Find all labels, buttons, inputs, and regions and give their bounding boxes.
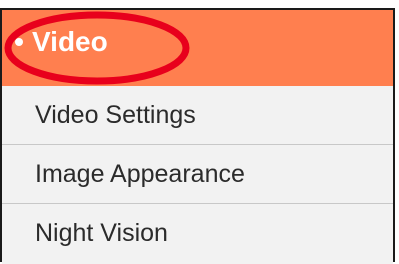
video-menu: Video Video Settings Image Appearance Ni… bbox=[0, 8, 395, 264]
menu-item-video-settings[interactable]: Video Settings bbox=[2, 86, 393, 145]
menu-header-video[interactable]: Video bbox=[2, 10, 393, 86]
menu-header-label: Video bbox=[32, 26, 108, 57]
bullet-icon bbox=[15, 38, 23, 46]
menu-item-label: Image Appearance bbox=[35, 160, 245, 188]
menu-item-image-appearance[interactable]: Image Appearance bbox=[2, 145, 393, 204]
menu-item-label: Video Settings bbox=[35, 101, 196, 129]
menu-item-label: Night Vision bbox=[35, 219, 168, 247]
menu-item-night-vision[interactable]: Night Vision bbox=[2, 204, 393, 264]
